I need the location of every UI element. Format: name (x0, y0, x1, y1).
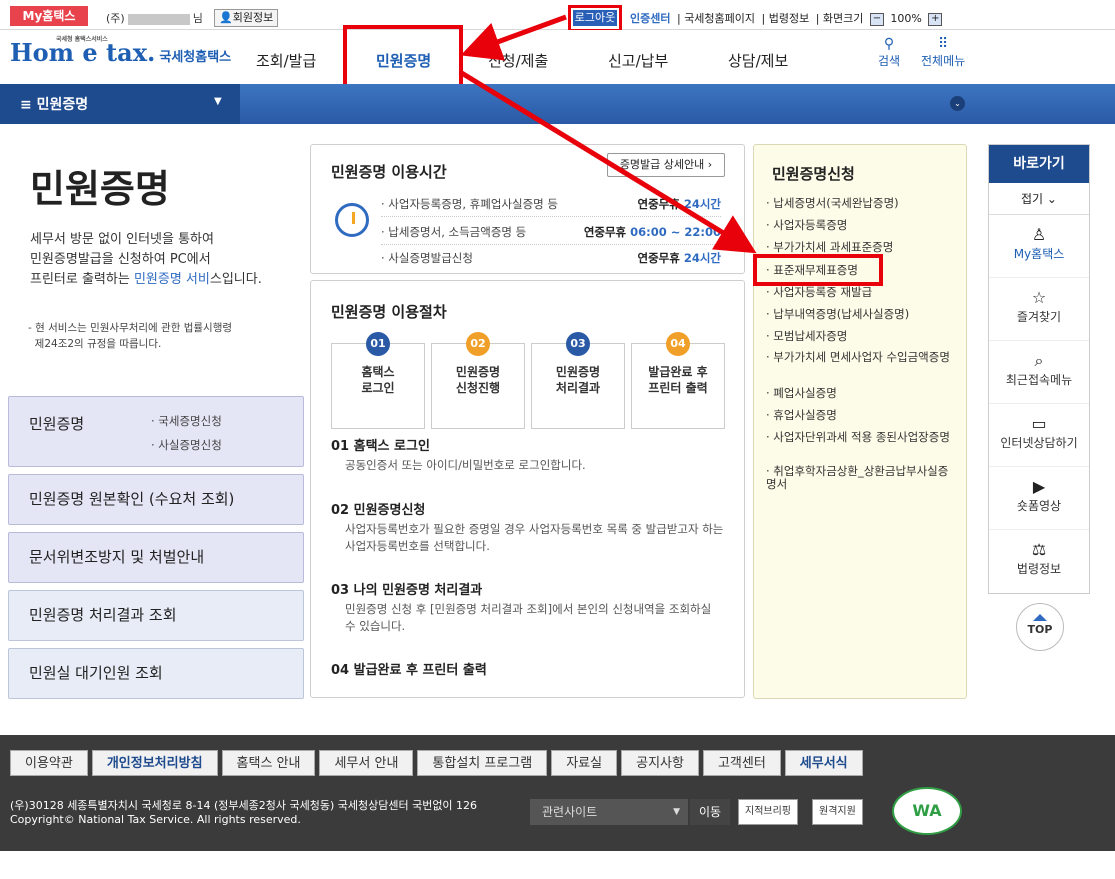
caret-down-icon: ▼ (673, 807, 680, 817)
quick-label: My홈택스 (1013, 247, 1065, 261)
quick-title: 바로가기 (989, 145, 1089, 183)
quick-my-hometax[interactable]: ♙ My홈택스 (989, 215, 1089, 278)
top-label: TOP (1027, 623, 1053, 636)
arrow-up-icon (1033, 614, 1047, 621)
footer-tax-forms[interactable]: 세무서식 (784, 750, 863, 776)
quick-label: 인터넷상담하기 (1000, 436, 1078, 450)
doc-search-icon: ⌕ (1034, 351, 1044, 370)
wa-mark-logo: WA (892, 787, 962, 835)
quick-label: 숏폼영상 (1016, 499, 1062, 513)
arrow-logout-to-nav (460, 14, 567, 61)
quick-online-consult[interactable]: ▭ 인터넷상담하기 (989, 404, 1089, 467)
remote-support-button[interactable]: 원격지원 (812, 799, 863, 825)
footer-links: 이용약관 개인정보처리방침 홈택스 안내 세무서 안내 통합설치 프로그램 자료실 공지사항… (10, 750, 867, 776)
copyright-line: Copyright© National Tax Service. All rig… (10, 813, 301, 826)
quick-fold-button[interactable]: 접기 ⌄ (989, 183, 1089, 215)
gavel-icon: ⚖ (1031, 540, 1047, 559)
move-button[interactable]: 이동 (690, 799, 730, 825)
related-sites-select[interactable]: 관련사이트 ▼ (530, 799, 688, 825)
footer-address: (우)30128 세종특별자치시 국세청로 8-14 (정부세종2청사 국세청동… (10, 799, 477, 827)
monitor-icon: ▭ (1031, 414, 1047, 433)
footer-library[interactable]: 자료실 (551, 750, 618, 776)
footer-customer[interactable]: 고객센터 (702, 750, 781, 776)
quick-menu: 바로가기 접기 ⌄ ♙ My홈택스 ☆ 즐겨찾기 ⌕ 최근접속메뉴 ▭ 인터넷상담하기 … (988, 144, 1090, 594)
address-line: (우)30128 세종특별자치시 국세청로 8-14 (정부세종2청사 국세청동… (10, 799, 478, 812)
quick-label: 즐겨찾기 (1016, 310, 1062, 324)
footer-privacy[interactable]: 개인정보처리방침 (91, 750, 218, 776)
quick-label: 법령정보 (1016, 562, 1062, 576)
arrow-nav-to-item (458, 69, 757, 254)
scroll-top-button[interactable]: TOP (1016, 603, 1064, 651)
quick-short-video[interactable]: ▶ 숏폼영상 (989, 467, 1089, 530)
quick-law-info[interactable]: ⚖ 법령정보 (989, 530, 1089, 593)
briefing-button[interactable]: 지적브리핑 (738, 799, 798, 825)
footer-hometax-guide[interactable]: 홈택스 안내 (221, 750, 316, 776)
footer-install[interactable]: 통합설치 프로그램 (417, 750, 548, 776)
quick-favorites[interactable]: ☆ 즐겨찾기 (989, 278, 1089, 341)
footer-notice[interactable]: 공지사항 (621, 750, 699, 776)
select-value: 관련사이트 (542, 805, 598, 819)
quick-label: 최근접속메뉴 (1005, 373, 1073, 387)
footer-terms[interactable]: 이용약관 (10, 750, 88, 776)
play-icon: ▶ (1032, 477, 1046, 496)
person-icon: ♙ (1031, 225, 1047, 244)
footer: 이용약관 개인정보처리방침 홈택스 안내 세무서 안내 통합설치 프로그램 자료실 공지사항… (0, 735, 1115, 851)
quick-recent-menu[interactable]: ⌕ 최근접속메뉴 (989, 341, 1089, 404)
star-icon: ☆ (1031, 288, 1047, 307)
footer-office-guide[interactable]: 세무서 안내 (319, 750, 414, 776)
